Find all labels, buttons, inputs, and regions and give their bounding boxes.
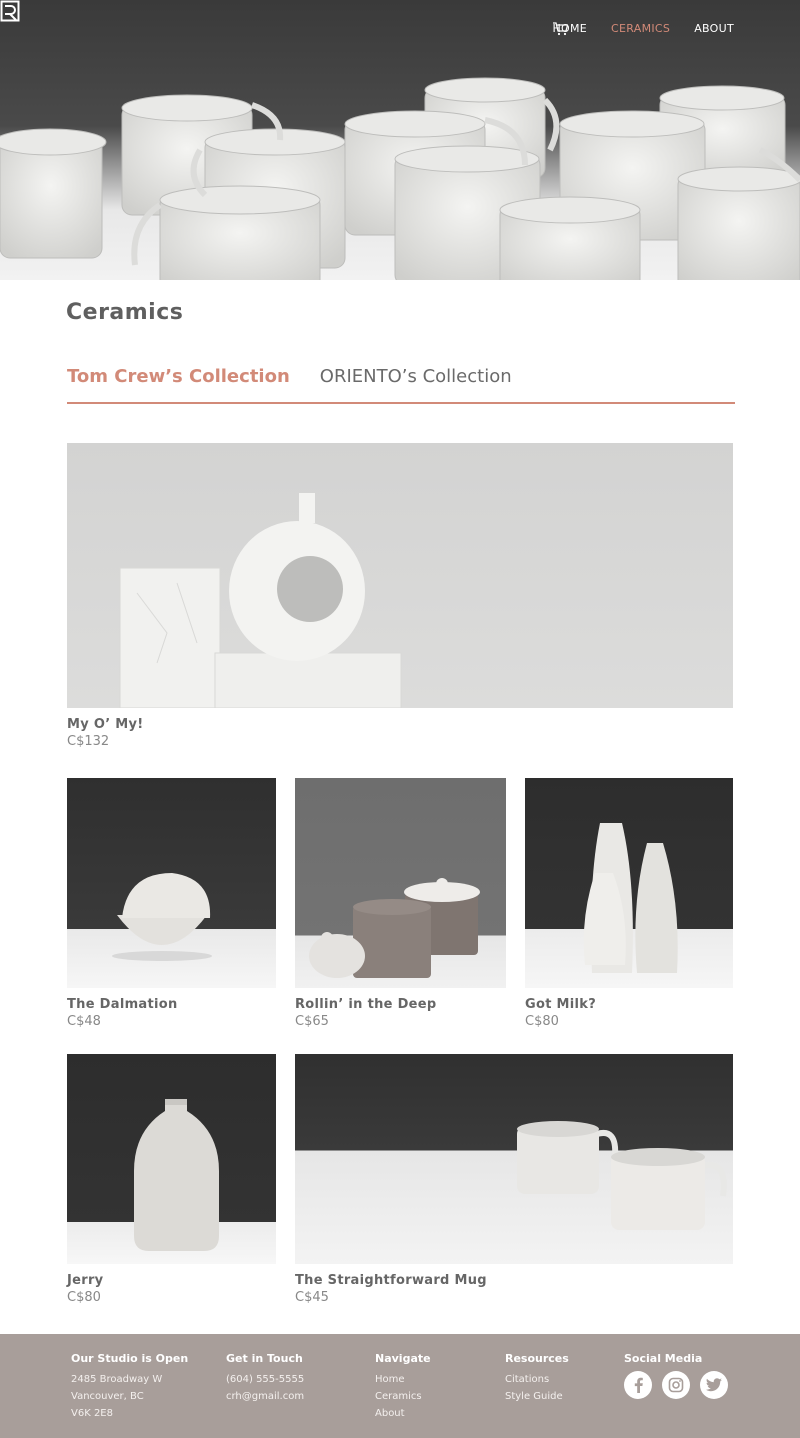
product-card[interactable]: My O’ My! C$132 xyxy=(67,443,733,749)
product-image[interactable] xyxy=(67,1054,276,1264)
product-image[interactable] xyxy=(295,778,506,988)
footer-link-citations[interactable]: Citations xyxy=(505,1371,569,1388)
nav-ceramics-link[interactable]: CERAMICS xyxy=(611,22,670,35)
product-image[interactable] xyxy=(67,443,733,708)
product-price: C$132 xyxy=(67,734,110,749)
footer-link-style-guide[interactable]: Style Guide xyxy=(505,1388,569,1405)
hero-banner: HOME CERAMICS ABOUT xyxy=(0,0,800,280)
phone-number[interactable]: (604) 555-5555 xyxy=(226,1371,304,1388)
product-card[interactable]: Got Milk? C$80 xyxy=(525,778,733,1029)
facebook-icon[interactable] xyxy=(624,1371,652,1399)
footer-contact-heading: Get in Touch xyxy=(226,1352,303,1365)
cart-icon[interactable] xyxy=(552,22,569,36)
footer-social-heading: Social Media xyxy=(624,1352,703,1365)
footer-link-about[interactable]: About xyxy=(375,1405,431,1422)
page-title: Ceramics xyxy=(66,300,184,325)
product-price: C$45 xyxy=(295,1290,329,1305)
footer-navigate: Navigate Home Ceramics About xyxy=(375,1350,431,1422)
hero-mugs-image xyxy=(0,77,800,280)
collection-tabs: Tom Crew’s Collection ORIENTO’s Collecti… xyxy=(67,366,735,404)
nav-about-link[interactable]: ABOUT xyxy=(694,22,734,35)
footer-link-ceramics[interactable]: Ceramics xyxy=(375,1388,431,1405)
footer-resources-heading: Resources xyxy=(505,1352,569,1365)
product-name: Jerry xyxy=(67,1273,104,1288)
footer-social: Social Media xyxy=(624,1350,728,1399)
product-image[interactable] xyxy=(67,778,276,988)
product-name: The Straightforward Mug xyxy=(295,1273,487,1288)
footer-contact: Get in Touch (604) 555-5555 crh@gmail.co… xyxy=(226,1350,304,1405)
logo-icon[interactable] xyxy=(0,0,20,22)
product-name: Rollin’ in the Deep xyxy=(295,997,437,1012)
product-name: My O’ My! xyxy=(67,717,144,732)
footer-link-home[interactable]: Home xyxy=(375,1371,431,1388)
product-image[interactable] xyxy=(295,1054,733,1264)
address-line: 2485 Broadway W xyxy=(71,1374,163,1385)
product-card[interactable]: The Straightforward Mug C$45 xyxy=(295,1054,733,1305)
main-nav: HOME CERAMICS ABOUT xyxy=(552,22,734,36)
footer-navigate-heading: Navigate xyxy=(375,1352,431,1365)
twitter-icon[interactable] xyxy=(700,1371,728,1399)
site-footer: Our Studio is Open 2485 Broadway W Vanco… xyxy=(0,1334,800,1438)
product-price: C$80 xyxy=(67,1290,101,1305)
product-price: C$65 xyxy=(295,1014,329,1029)
address-line: Vancouver, BC xyxy=(71,1391,144,1402)
product-name: The Dalmation xyxy=(67,997,178,1012)
footer-studio: Our Studio is Open 2485 Broadway W Vanco… xyxy=(71,1350,188,1422)
product-name: Got Milk? xyxy=(525,997,597,1012)
address-line: V6K 2E8 xyxy=(71,1408,113,1419)
product-price: C$48 xyxy=(67,1014,101,1029)
product-card[interactable]: Jerry C$80 xyxy=(67,1054,276,1305)
tab-oriento-collection[interactable]: ORIENTO’s Collection xyxy=(320,366,512,402)
footer-studio-heading: Our Studio is Open xyxy=(71,1352,189,1365)
email-address[interactable]: crh@gmail.com xyxy=(226,1388,304,1405)
product-card[interactable]: The Dalmation C$48 xyxy=(67,778,276,1029)
instagram-icon[interactable] xyxy=(662,1371,690,1399)
product-card[interactable]: Rollin’ in the Deep C$65 xyxy=(295,778,506,1029)
product-price: C$80 xyxy=(525,1014,559,1029)
product-image[interactable] xyxy=(525,778,733,988)
tab-tom-crew-collection[interactable]: Tom Crew’s Collection xyxy=(67,366,290,402)
footer-resources: Resources Citations Style Guide xyxy=(505,1350,569,1405)
